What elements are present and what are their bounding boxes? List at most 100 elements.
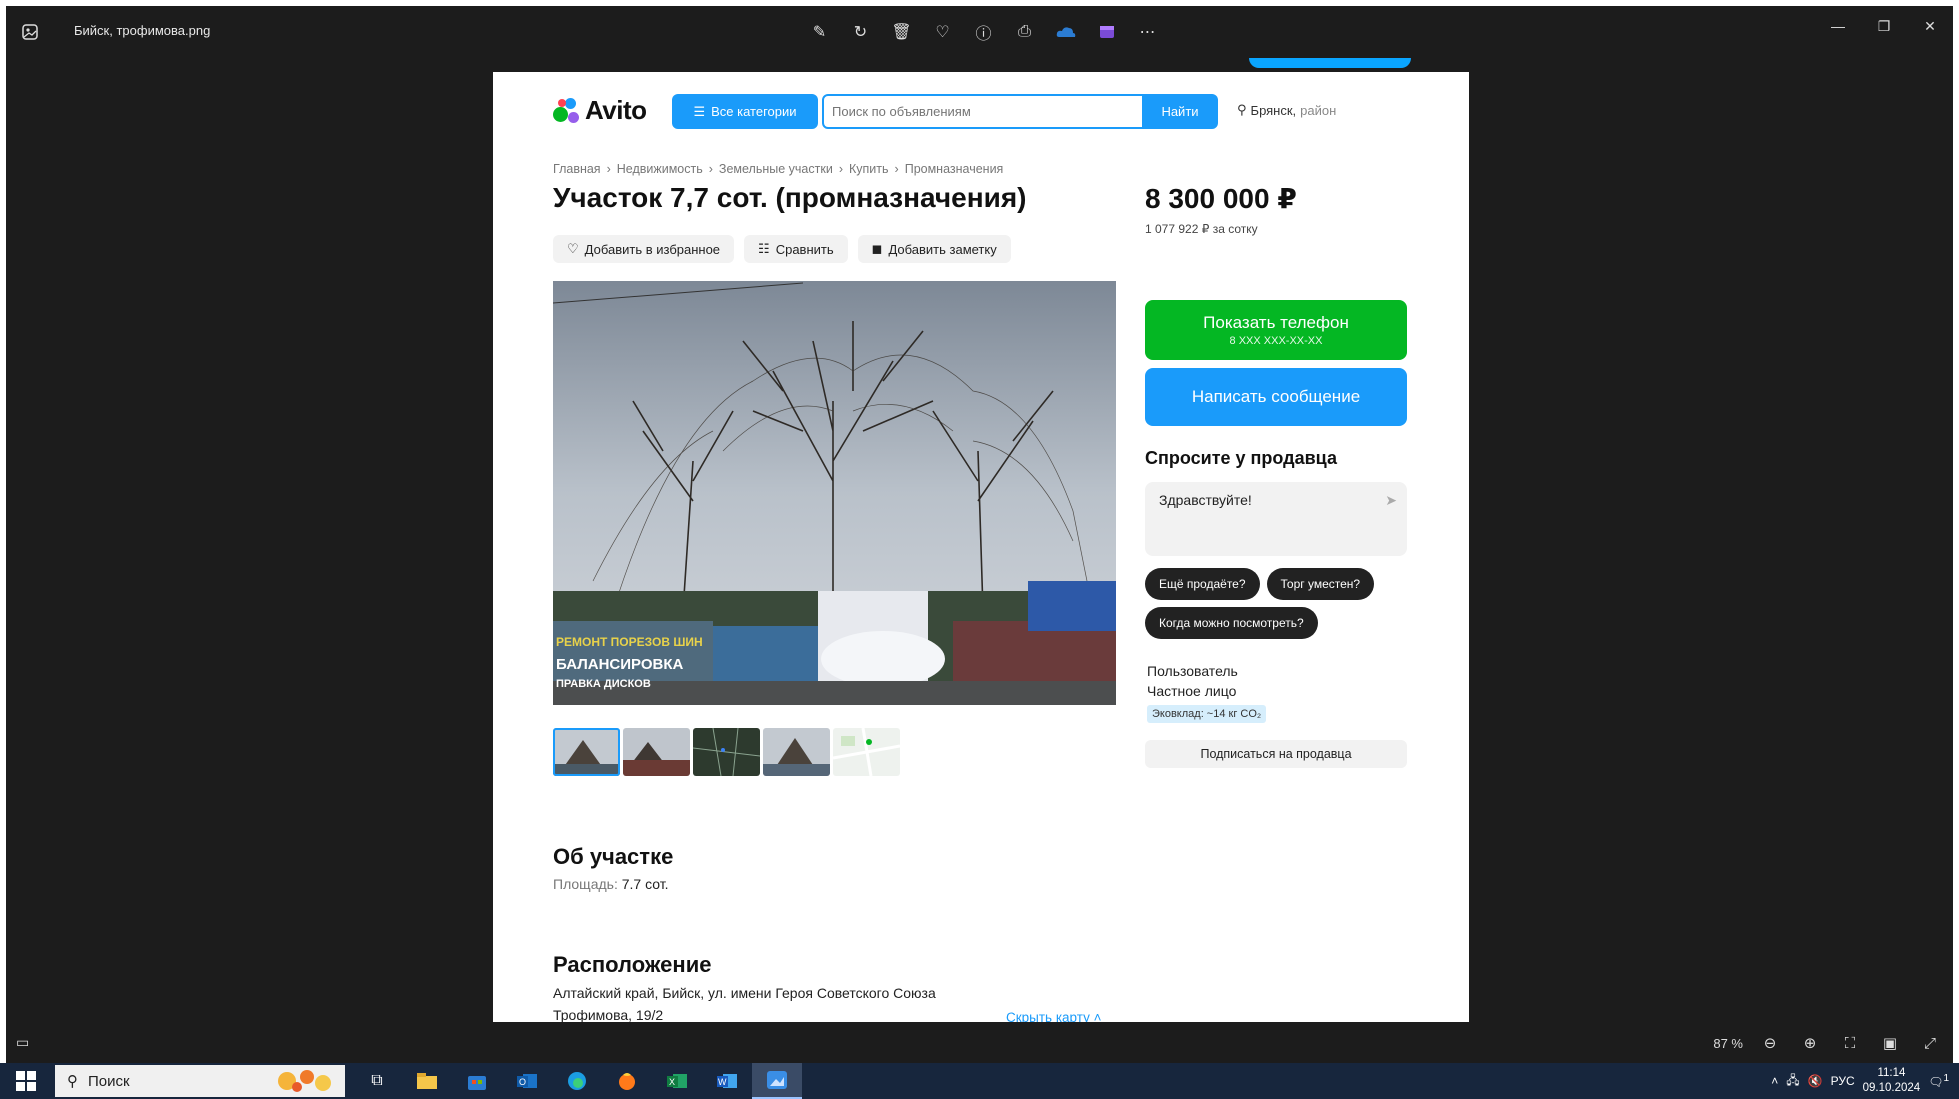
compare-button[interactable]: ☷ Сравнить bbox=[744, 235, 848, 263]
ask-seller-input[interactable]: Здравствуйте! ➤ bbox=[1145, 482, 1407, 556]
add-to-favorites-button[interactable]: ♡ Добавить в избранное bbox=[553, 235, 735, 263]
location-selector[interactable]: ⚲ Брянск, район bbox=[1237, 102, 1336, 118]
thumbnail-1[interactable] bbox=[553, 728, 620, 776]
all-categories-label: Все категории bbox=[711, 104, 797, 119]
favorite-icon[interactable]: ♡ bbox=[929, 18, 956, 45]
location-pin-icon: ⚲ bbox=[1237, 102, 1247, 117]
area-row: Площадь: 7.7 сот. bbox=[553, 876, 668, 892]
thumbnail-3[interactable] bbox=[693, 728, 760, 776]
add-note-label: Добавить заметку bbox=[888, 241, 997, 257]
image-canvas: Avito ☰ Все категории Найти ⚲ Брянск, ра… bbox=[6, 58, 1953, 1022]
write-message-button[interactable]: Написать сообщение bbox=[1145, 368, 1407, 426]
listing-title: Участок 7,7 сот. (промназначения) bbox=[553, 182, 1027, 213]
word-icon[interactable]: W bbox=[702, 1063, 752, 1099]
hide-map-link[interactable]: Скрыть карту ˄ bbox=[1006, 1010, 1101, 1022]
thumbnail-2[interactable] bbox=[623, 728, 690, 776]
clipchamp-icon[interactable] bbox=[1093, 18, 1120, 45]
volume-muted-icon[interactable]: 🔇 bbox=[1808, 1074, 1823, 1088]
seller-name[interactable]: Пользователь bbox=[1147, 663, 1238, 679]
clock-time: 11:14 bbox=[1877, 1067, 1906, 1079]
add-note-button[interactable]: ◼ Добавить заметку bbox=[857, 235, 1011, 263]
start-button[interactable] bbox=[16, 1071, 36, 1091]
zoom-in-icon[interactable]: ⊕ bbox=[1797, 1030, 1823, 1056]
listing-main-photo[interactable]: РЕМОНТ ПОРЕЗОВ ШИН БАЛАНСИРОВКА ПРАВКА Д… bbox=[553, 281, 1116, 705]
search-input[interactable] bbox=[824, 96, 1142, 127]
photo-sign-1: РЕМОНТ ПОРЕЗОВ ШИН bbox=[556, 635, 703, 649]
location-city: Брянск, bbox=[1250, 102, 1297, 118]
quick-question-chip[interactable]: Когда можно посмотреть? bbox=[1145, 607, 1318, 639]
thumbnail-4[interactable] bbox=[763, 728, 830, 776]
task-view-icon[interactable]: ⧉ bbox=[352, 1063, 402, 1099]
photo-sign-2: БАЛАНСИРОВКА bbox=[556, 656, 683, 673]
restore-icon[interactable]: ❐ bbox=[1861, 6, 1907, 46]
location-section-title: Расположение bbox=[553, 952, 712, 977]
notification-count: 1 bbox=[1943, 1073, 1949, 1084]
breadcrumb-item[interactable]: Главная bbox=[553, 162, 601, 176]
compare-label: Сравнить bbox=[775, 241, 834, 257]
more-icon[interactable]: ⋯ bbox=[1134, 18, 1161, 45]
edge-icon[interactable] bbox=[552, 1063, 602, 1099]
windows-taskbar: ⚲ Поиск ⧉ O X W ˄ 🖧 🔇 РУС 11:14 09.10.20… bbox=[0, 1063, 1959, 1099]
network-icon[interactable]: 🖧 bbox=[1786, 1071, 1799, 1092]
avito-listing-page: Avito ☰ Все категории Найти ⚲ Брянск, ра… bbox=[493, 72, 1469, 1022]
quick-question-chip[interactable]: Торг уместен? bbox=[1266, 568, 1375, 600]
excel-icon[interactable]: X bbox=[652, 1063, 702, 1099]
title-bar: Бийск, трофимова.png ✎ ↻ 🗑 ♡ ⓘ ⎙ ⋯ — ❐ ✕ bbox=[6, 6, 1953, 58]
fit-to-window-icon[interactable]: ⛶ bbox=[1837, 1030, 1863, 1056]
filmstrip-icon[interactable]: ▭ bbox=[16, 1034, 29, 1051]
all-categories-button[interactable]: ☰ Все категории bbox=[672, 94, 818, 129]
show-phone-button[interactable]: Показать телефон 8 XXX XXX-XX-XX bbox=[1145, 300, 1407, 360]
onedrive-icon[interactable] bbox=[1052, 18, 1079, 45]
show-phone-label: Показать телефон bbox=[1203, 313, 1349, 332]
close-icon[interactable]: ✕ bbox=[1907, 6, 1953, 46]
categories-icon: ☰ bbox=[693, 103, 706, 119]
zoom-out-icon[interactable]: ⊖ bbox=[1757, 1030, 1783, 1056]
thumbnail-5-map[interactable] bbox=[833, 728, 900, 776]
edit-icon[interactable]: ✎ bbox=[806, 18, 833, 45]
outlook-icon[interactable]: O bbox=[502, 1063, 552, 1099]
delete-icon[interactable]: 🗑 bbox=[888, 18, 915, 45]
breadcrumb-item[interactable]: Промназначения bbox=[905, 162, 1004, 176]
area-value: 7.7 сот. bbox=[621, 876, 669, 892]
breadcrumb-item[interactable]: Купить bbox=[849, 162, 889, 176]
compare-icon: ☷ bbox=[758, 241, 770, 256]
taskbar-search-label: Поиск bbox=[88, 1072, 130, 1090]
avito-logo[interactable]: Avito bbox=[553, 95, 647, 126]
send-icon[interactable]: ➤ bbox=[1385, 492, 1397, 509]
quick-question-chip[interactable]: Ещё продаёте? bbox=[1145, 568, 1260, 600]
notifications-icon[interactable]: 🗨1 bbox=[1928, 1073, 1949, 1089]
listing-actions: ♡ Добавить в избранное ☷ Сравнить ◼ Доба… bbox=[553, 235, 1011, 263]
store-icon[interactable] bbox=[452, 1063, 502, 1099]
breadcrumb-item[interactable]: Земельные участки bbox=[719, 162, 833, 176]
photos-app-icon bbox=[20, 22, 40, 42]
clock-date: 09.10.2024 bbox=[1862, 1082, 1921, 1094]
photo-sign-3: ПРАВКА ДИСКОВ bbox=[556, 678, 651, 690]
address-line-2: Трофимова, 19/2 bbox=[553, 1007, 664, 1022]
clock[interactable]: 11:14 09.10.2024 bbox=[1863, 1066, 1921, 1096]
print-icon[interactable]: ⎙ bbox=[1011, 18, 1038, 45]
search-highlight-icon bbox=[278, 1070, 331, 1092]
input-language[interactable]: РУС bbox=[1831, 1074, 1855, 1088]
photo-viewer-window: Бийск, трофимова.png ✎ ↻ 🗑 ♡ ⓘ ⎙ ⋯ — ❐ ✕ bbox=[6, 6, 1953, 1063]
add-to-favorites-label: Добавить в избранное bbox=[584, 241, 721, 257]
breadcrumb: Главная › Недвижимость › Земельные участ… bbox=[553, 162, 1003, 176]
firefox-icon[interactable] bbox=[602, 1063, 652, 1099]
photos-taskbar-icon[interactable] bbox=[752, 1063, 802, 1099]
fullscreen-icon[interactable]: ⤢ bbox=[1917, 1030, 1943, 1056]
system-tray: ˄ 🖧 🔇 РУС 11:14 09.10.2024 🗨1 bbox=[1771, 1063, 1949, 1099]
info-icon[interactable]: ⓘ bbox=[970, 18, 997, 45]
file-explorer-icon[interactable] bbox=[402, 1063, 452, 1099]
eco-badge: Эковклад: ~14 кг CO₂ bbox=[1147, 705, 1267, 723]
find-button[interactable]: Найти bbox=[1142, 94, 1218, 129]
actual-size-icon[interactable]: ▣ bbox=[1877, 1030, 1903, 1056]
taskbar-search[interactable]: ⚲ Поиск bbox=[55, 1065, 345, 1097]
search-box[interactable] bbox=[822, 94, 1144, 129]
taskbar-apps: ⧉ O X W bbox=[352, 1063, 802, 1099]
rotate-icon[interactable]: ↻ bbox=[847, 18, 874, 45]
breadcrumb-item[interactable]: Недвижимость bbox=[617, 162, 703, 176]
area-label: Площадь: bbox=[553, 876, 618, 892]
subscribe-button[interactable]: Подписаться на продавца bbox=[1145, 740, 1407, 768]
tray-overflow-icon[interactable]: ˄ bbox=[1771, 1074, 1778, 1088]
minimize-icon[interactable]: — bbox=[1815, 6, 1861, 46]
ask-seller-text: Здравствуйте! bbox=[1159, 492, 1252, 508]
